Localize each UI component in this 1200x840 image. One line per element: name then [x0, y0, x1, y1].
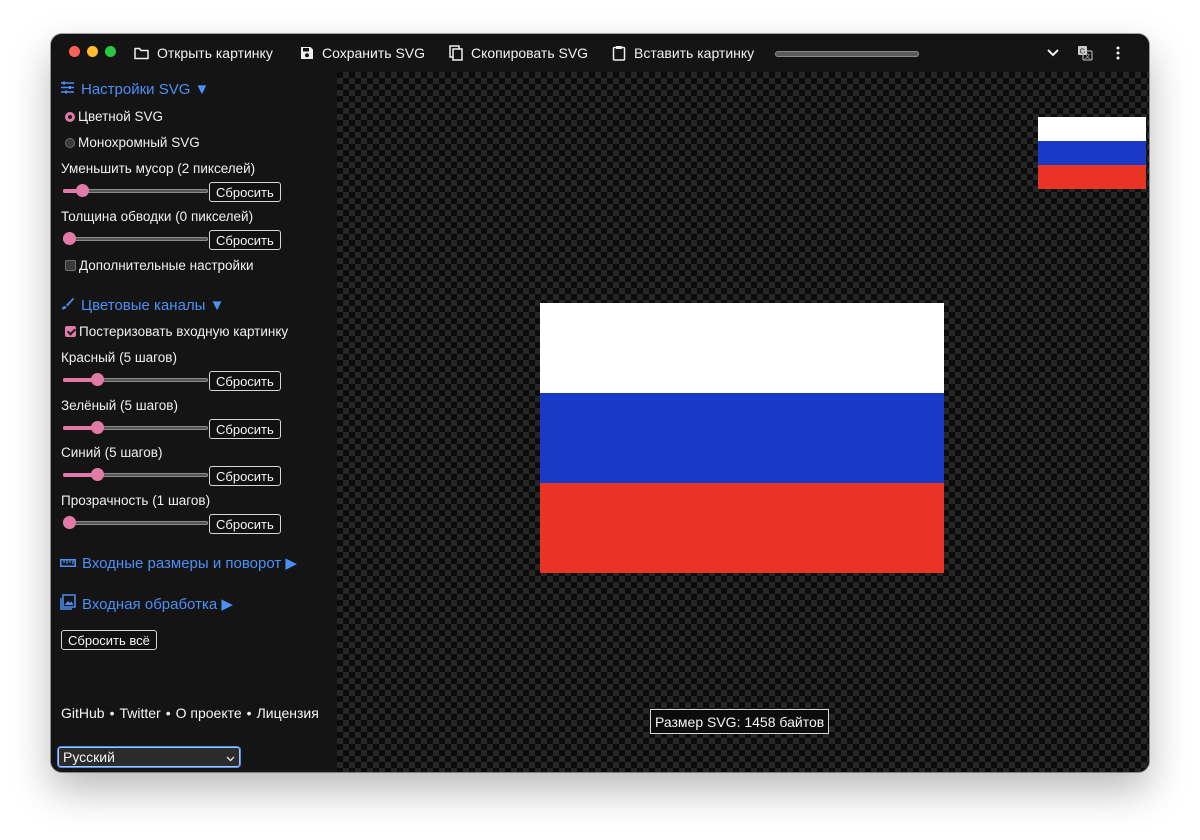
flag-stripe-blue	[540, 393, 944, 483]
mono-svg-option[interactable]: Монохромный SVG	[65, 135, 200, 150]
input-processing-header[interactable]: Входная обработка ▶	[60, 594, 233, 614]
input-size-title: Входные размеры и поворот ▶	[82, 555, 297, 572]
chevron-down-icon	[226, 749, 235, 765]
save-svg-button[interactable]: Сохранить SVG	[300, 34, 425, 72]
github-link[interactable]: GitHub	[61, 705, 105, 721]
language-select[interactable]: Русский	[57, 746, 241, 768]
mono-svg-label: Монохромный SVG	[78, 135, 200, 150]
slider-thumb[interactable]	[91, 468, 104, 481]
color-channels-header[interactable]: Цветовые каналы ▼	[60, 296, 224, 315]
license-link[interactable]: Лицензия	[257, 705, 319, 721]
link-separator: •	[109, 705, 115, 721]
slider-thumb[interactable]	[63, 516, 76, 529]
red-channel-slider[interactable]	[63, 373, 208, 387]
copy-icon	[449, 45, 463, 61]
blue-channel-label: Синий (5 шагов)	[61, 445, 163, 460]
more-options-icon[interactable]	[1108, 43, 1128, 63]
twitter-link[interactable]: Twitter	[119, 705, 160, 721]
flag-stripe-red	[1038, 165, 1146, 189]
flag-stripe-blue	[1038, 141, 1146, 165]
copy-svg-label: Скопировать SVG	[471, 45, 589, 61]
input-processing-title: Входная обработка ▶	[82, 596, 233, 613]
save-icon	[300, 46, 314, 60]
about-link[interactable]: О проекте	[176, 705, 242, 721]
color-svg-label: Цветной SVG	[78, 109, 164, 124]
save-svg-label: Сохранить SVG	[322, 45, 426, 61]
reduce-noise-label: Уменьшить мусор (2 пикселей)	[61, 161, 256, 176]
svg-text:文: 文	[1084, 53, 1090, 61]
slider-thumb[interactable]	[91, 373, 104, 386]
slider-track	[63, 237, 208, 241]
app-window: Открыть картинку Сохранить SVG Скопирова…	[51, 34, 1149, 772]
brush-icon	[60, 296, 75, 315]
stroke-width-label: Толщина обводки (0 пикселей)	[61, 209, 254, 224]
advanced-settings-checkbox[interactable]	[65, 260, 76, 271]
stroke-width-slider[interactable]	[63, 232, 208, 246]
input-size-header[interactable]: Входные размеры и поворот ▶	[60, 554, 297, 572]
slider-thumb[interactable]	[76, 184, 90, 197]
flag-stripe-white	[1038, 117, 1146, 141]
copy-svg-button[interactable]: Скопировать SVG	[449, 34, 588, 72]
color-svg-option[interactable]: Цветной SVG	[65, 109, 163, 124]
blue-channel-slider[interactable]	[63, 468, 208, 482]
zoom-window-button[interactable]	[105, 46, 116, 57]
translate-icon[interactable]: G文	[1075, 43, 1095, 63]
paste-image-button[interactable]: Вставить картинку	[612, 34, 754, 72]
open-image-label: Открыть картинку	[157, 45, 273, 61]
advanced-settings-option[interactable]: Дополнительные настройки	[65, 258, 254, 273]
reset-noise-button[interactable]: Сбросить	[209, 182, 281, 202]
color-channels-title: Цветовые каналы ▼	[81, 297, 225, 314]
folder-icon	[134, 47, 149, 60]
settings-sidebar: Настройки SVG ▼ Цветной SVG Монохромный …	[51, 72, 337, 772]
svg-settings-title: Настройки SVG ▼	[81, 81, 210, 98]
ruler-icon	[60, 555, 76, 572]
reset-alpha-button[interactable]: Сбросить	[209, 514, 281, 534]
posterize-checkbox[interactable]	[65, 326, 76, 337]
footer-links: GitHub • Twitter • О проекте • Лицензия	[61, 705, 319, 721]
minimize-window-button[interactable]	[87, 46, 98, 57]
close-window-button[interactable]	[69, 46, 80, 57]
language-selected-label: Русский	[63, 749, 115, 765]
slider-thumb[interactable]	[91, 421, 104, 434]
progress-bar	[775, 51, 919, 57]
flag-stripe-white	[540, 303, 944, 393]
toolbar: Открыть картинку Сохранить SVG Скопирова…	[51, 34, 1149, 72]
image-icon	[60, 594, 76, 614]
color-svg-radio[interactable]	[65, 111, 75, 122]
posterize-label: Постеризовать входную картинку	[79, 324, 289, 339]
posterize-option[interactable]: Постеризовать входную картинку	[65, 324, 288, 339]
svg-preview-canvas: Размер SVG: 1458 байтов	[337, 72, 1149, 772]
reset-stroke-button[interactable]: Сбросить	[209, 230, 281, 250]
clipboard-icon	[612, 45, 626, 61]
reset-red-button[interactable]: Сбросить	[209, 371, 281, 391]
slider-thumb[interactable]	[63, 232, 76, 245]
reset-all-button[interactable]: Сбросить всё	[61, 630, 157, 650]
reset-green-button[interactable]: Сбросить	[209, 419, 281, 439]
reduce-noise-slider[interactable]	[63, 184, 208, 198]
input-image-thumbnail[interactable]	[1038, 117, 1146, 189]
red-channel-label: Красный (5 шагов)	[61, 350, 177, 365]
svg-settings-header[interactable]: Настройки SVG ▼	[60, 81, 209, 98]
flag-stripe-red	[540, 483, 944, 573]
reset-blue-button[interactable]: Сбросить	[209, 466, 281, 486]
alpha-channel-slider[interactable]	[63, 516, 208, 530]
svg-size-badge: Размер SVG: 1458 байтов	[650, 709, 830, 734]
sliders-icon	[60, 81, 75, 98]
paste-image-label: Вставить картинку	[634, 45, 755, 61]
green-channel-label: Зелёный (5 шагов)	[61, 398, 178, 413]
open-image-button[interactable]: Открыть картинку	[134, 34, 273, 72]
link-separator: •	[165, 705, 171, 721]
mono-svg-radio[interactable]	[65, 137, 75, 148]
chevron-down-icon[interactable]	[1043, 43, 1063, 63]
alpha-channel-label: Прозрачность (1 шагов)	[61, 493, 211, 508]
green-channel-slider[interactable]	[63, 421, 208, 435]
link-separator: •	[246, 705, 252, 721]
slider-track	[63, 521, 208, 525]
svg-output-image	[540, 303, 944, 573]
advanced-settings-label: Дополнительные настройки	[79, 258, 254, 273]
